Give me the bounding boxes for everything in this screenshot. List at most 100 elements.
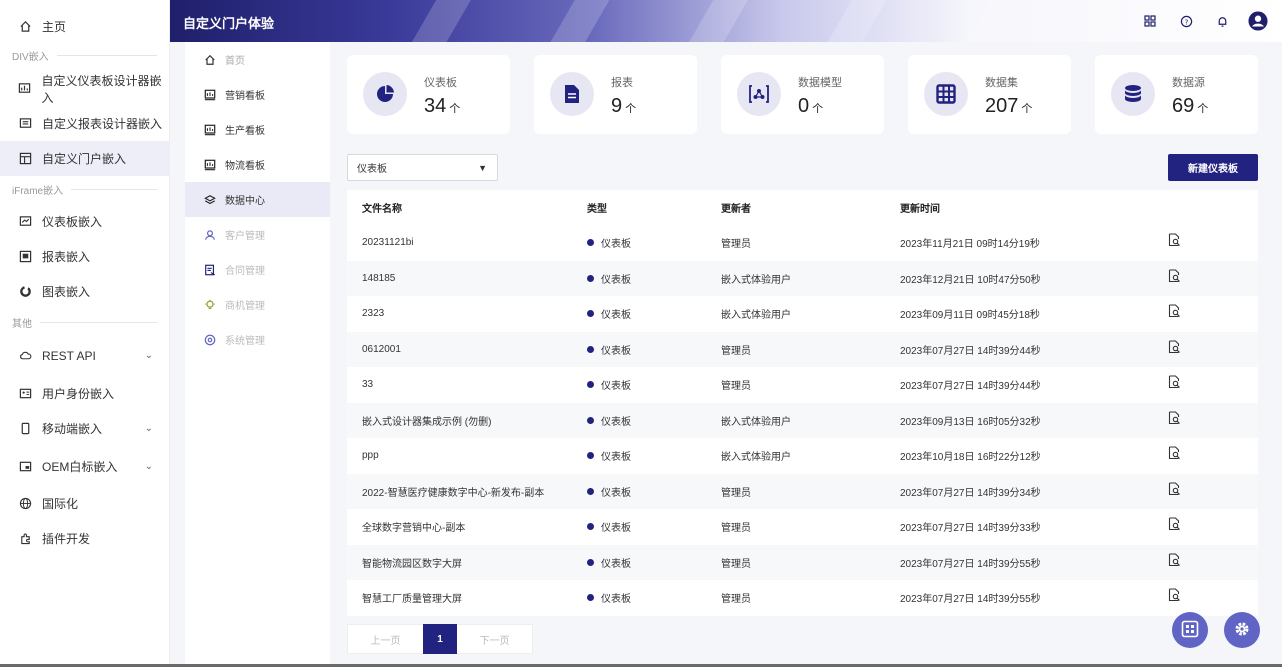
nav-label: 国际化 xyxy=(42,497,79,511)
preview-icon[interactable] xyxy=(1168,446,1181,463)
table-row[interactable]: 2323 仪表板 嵌入式体验用户 2023年09月11日 09时45分18秒 xyxy=(347,296,1258,332)
type-label: 仪表板 xyxy=(601,274,631,286)
file-name-cell[interactable]: 智能物流园区数字大屏 xyxy=(362,555,462,570)
preview-icon[interactable] xyxy=(1168,410,1181,428)
preview-icon[interactable] xyxy=(1168,268,1181,286)
preview-icon[interactable] xyxy=(1168,339,1181,357)
board-icon xyxy=(203,88,216,101)
nav-chart-embed[interactable]: 图表嵌入 xyxy=(0,274,169,309)
file-name-cell[interactable]: ppp xyxy=(362,450,379,461)
file-name-cell[interactable]: 20231121bi xyxy=(362,237,414,248)
settings-fab-button[interactable] xyxy=(1224,612,1260,648)
card-datasources[interactable]: 数据源 69 个 xyxy=(1095,55,1258,134)
card-reports[interactable]: 报表 9个 xyxy=(534,55,697,134)
inner-nav-data-center[interactable]: 数据中心 xyxy=(185,182,330,217)
table-row[interactable]: 148185 仪表板 嵌入式体验用户 2023年12月21日 10时47分50秒 xyxy=(347,260,1258,296)
table-row[interactable]: ppp 仪表板 嵌入式体验用户 2023年10月18日 16时22分12秒 xyxy=(347,438,1258,474)
table-row[interactable]: 全球数字营销中心-副本 仪表板 管理员 2023年07月27日 14时39分33秒 xyxy=(347,509,1258,545)
file-name-cell[interactable]: 0612001 xyxy=(362,344,401,355)
grid-apps-icon[interactable] xyxy=(1140,9,1160,33)
preview-icon[interactable] xyxy=(1168,375,1181,392)
file-name-cell[interactable]: 智慧工厂质量管理大屏 xyxy=(362,590,462,605)
type-label: 仪表板 xyxy=(601,416,631,428)
type-dot-icon xyxy=(587,523,594,531)
top-bar: 自定义门户体验 ? xyxy=(170,0,1282,42)
type-cell: 仪表板 xyxy=(587,555,631,570)
type-dot-icon xyxy=(587,487,594,495)
file-name-cell[interactable]: 嵌入式设计器集成示例 (勿删) xyxy=(362,413,491,428)
nav-report-designer-embed[interactable]: 自定义报表设计器嵌入 xyxy=(0,106,169,141)
inner-nav-system[interactable]: 系统管理 xyxy=(185,322,330,357)
table-row[interactable]: 智能物流园区数字大屏 仪表板 管理员 2023年07月27日 14时39分55秒 xyxy=(347,544,1258,580)
inner-nav-contracts[interactable]: 合同管理 xyxy=(185,252,330,287)
col-header-time[interactable]: 更新时间 xyxy=(900,200,940,215)
nav-label: 图表嵌入 xyxy=(42,285,91,299)
inner-nav-customers[interactable]: 客户管理 xyxy=(185,217,330,252)
new-dashboard-button[interactable]: 新建仪表板 xyxy=(1168,154,1258,181)
table-row[interactable]: 20231121bi 仪表板 管理员 2023年11月21日 09时14分19秒 xyxy=(347,225,1258,261)
prev-page-button[interactable]: 上一页 xyxy=(348,632,423,647)
inner-nav-opportunities[interactable]: 商机管理 xyxy=(185,287,330,322)
layout-fab-button[interactable] xyxy=(1172,612,1208,648)
preview-icon[interactable] xyxy=(1168,233,1181,250)
header-decoration xyxy=(390,0,1090,42)
col-header-type[interactable]: 类型 xyxy=(587,200,607,215)
preview-icon[interactable] xyxy=(1168,552,1181,570)
user-avatar-icon[interactable] xyxy=(1248,9,1268,33)
nav-portal-embed[interactable]: 自定义门户嵌入 xyxy=(0,141,169,176)
table-row[interactable]: 嵌入式设计器集成示例 (勿删) 仪表板 嵌入式体验用户 2023年09月13日 16时… xyxy=(347,402,1258,438)
col-header-name[interactable]: 文件名称 xyxy=(362,200,402,215)
type-label: 仪表板 xyxy=(601,239,631,251)
file-name-cell[interactable]: 全球数字营销中心-副本 xyxy=(362,519,465,534)
inner-nav-logistics[interactable]: 物流看板 xyxy=(185,147,330,182)
nav-user-identity-embed[interactable]: 用户身份嵌入 xyxy=(0,376,169,411)
nav-report-embed[interactable]: 报表嵌入 xyxy=(0,239,169,274)
chevron-down-icon: ⌄ xyxy=(144,350,153,361)
inner-nav-label: 营销看板 xyxy=(225,91,265,102)
preview-icon[interactable] xyxy=(1168,588,1181,605)
next-page-button[interactable]: 下一页 xyxy=(457,632,532,647)
nav-rest-api[interactable]: REST API ⌄ xyxy=(0,338,169,373)
card-dashboards[interactable]: 仪表板 34 个 xyxy=(347,55,510,134)
users-icon xyxy=(203,228,216,241)
preview-icon[interactable] xyxy=(1168,517,1181,534)
nav-home[interactable]: 主页 xyxy=(0,9,169,44)
bell-icon[interactable] xyxy=(1212,9,1232,33)
inner-nav-home[interactable]: 首页 xyxy=(185,42,330,77)
card-datasets[interactable]: 数据集 207 个 xyxy=(908,55,1071,134)
nav-oem-embed[interactable]: OEM白标嵌入 ⌄ xyxy=(0,449,169,484)
file-name-cell[interactable]: 2323 xyxy=(362,308,384,319)
nav-i18n[interactable]: 国际化 xyxy=(0,486,169,521)
card-value: 207 个 xyxy=(985,95,1032,118)
id-card-icon xyxy=(18,387,32,401)
card-data-models[interactable]: 数据模型 0个 xyxy=(721,55,884,134)
table-row[interactable]: 0612001 仪表板 管理员 2023年07月27日 14时39分44秒 xyxy=(347,331,1258,367)
type-filter-select[interactable]: 仪表板 ▼ xyxy=(347,154,498,181)
table-row[interactable]: 33 仪表板 管理员 2023年07月27日 14时39分44秒 xyxy=(347,367,1258,403)
table-row[interactable]: 智慧工厂质量管理大屏 仪表板 管理员 2023年07月27日 14时39分55秒 xyxy=(347,580,1258,616)
updater-cell: 嵌入式体验用户 xyxy=(721,310,791,322)
nav-plugin-dev[interactable]: 插件开发 xyxy=(0,521,169,556)
nav-mobile-embed[interactable]: 移动端嵌入 ⌄ xyxy=(0,411,169,446)
update-time-cell: 2023年09月11日 09时45分18秒 xyxy=(900,310,1040,322)
file-name-cell[interactable]: 33 xyxy=(362,379,373,390)
table-row[interactable]: 2022-智慧医疗健康数字中心-新发布-副本 仪表板 管理员 2023年07月27日 … xyxy=(347,473,1258,509)
inner-nav-production[interactable]: 生产看板 xyxy=(185,112,330,147)
col-header-updater[interactable]: 更新者 xyxy=(721,200,751,215)
preview-icon[interactable] xyxy=(1168,304,1181,321)
nav-dashboard-embed[interactable]: 仪表板嵌入 xyxy=(0,204,169,239)
current-page[interactable]: 1 xyxy=(423,624,457,654)
section-iframe: iFrame嵌入 xyxy=(0,178,169,200)
help-icon[interactable]: ? xyxy=(1176,9,1196,33)
donut-chart-icon xyxy=(18,285,32,299)
update-time-cell: 2023年07月27日 14时39分44秒 xyxy=(900,345,1041,357)
inner-nav-marketing[interactable]: 营销看板 xyxy=(185,77,330,112)
nav-dashboard-designer-embed[interactable]: 自定义仪表板设计器嵌入 xyxy=(0,71,169,106)
preview-icon[interactable] xyxy=(1168,481,1181,499)
updater-cell: 管理员 xyxy=(721,345,751,357)
nav-home-label: 主页 xyxy=(42,20,67,34)
update-time-cell: 2023年09月13日 16时05分32秒 xyxy=(900,416,1041,428)
file-name-cell[interactable]: 2022-智慧医疗健康数字中心-新发布-副本 xyxy=(362,484,544,499)
file-name-cell[interactable]: 148185 xyxy=(362,273,395,284)
card-label: 数据源 xyxy=(1172,77,1205,89)
